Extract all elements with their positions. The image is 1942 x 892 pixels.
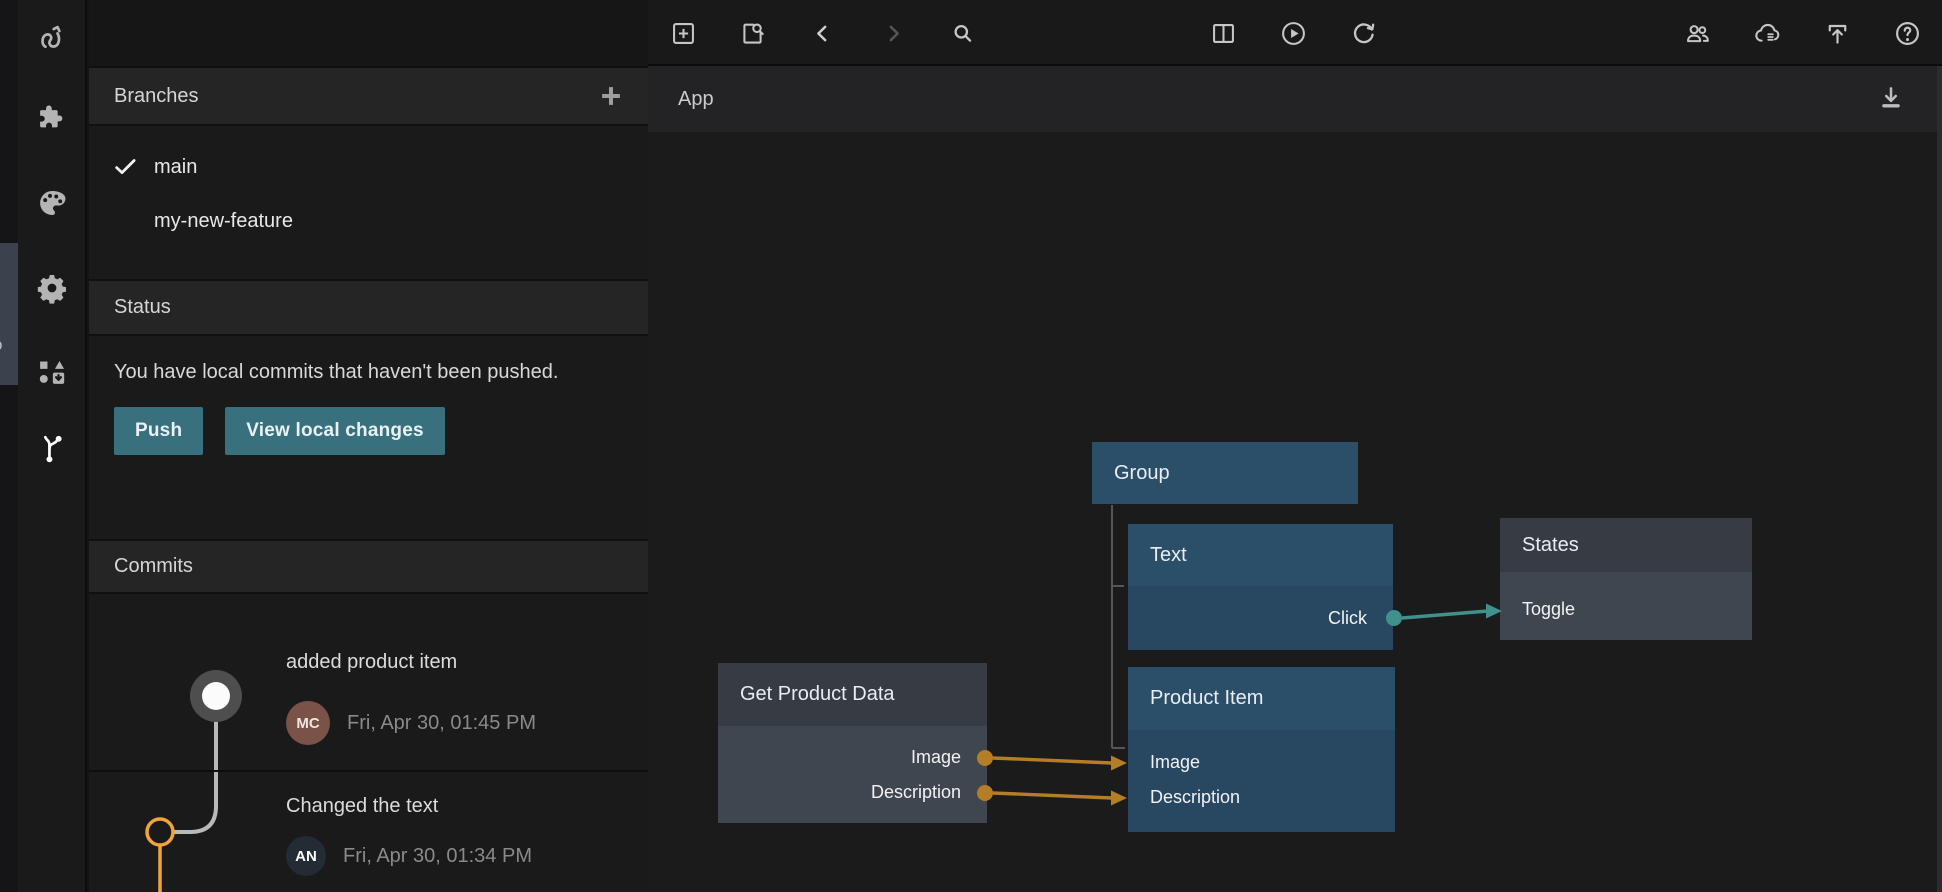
commit-timestamp: Fri, Apr 30, 01:34 PM [343, 845, 532, 868]
wire-arrowhead [1111, 756, 1127, 771]
left-edge-clipped-panel: t o [0, 243, 18, 385]
current-branch-check-icon [111, 152, 141, 182]
author-avatar: MC [286, 701, 330, 745]
components-puzzle-icon[interactable] [30, 96, 74, 140]
navigate-back-icon[interactable] [802, 13, 842, 53]
branch-item-main[interactable]: main [89, 140, 648, 194]
commit-row[interactable]: Changed the text AN Fri, Apr 30, 01:34 P… [89, 772, 648, 892]
component-search-icon[interactable] [732, 13, 772, 53]
commit-message: Changed the text [286, 795, 438, 818]
commits-list: added product item MC Fri, Apr 30, 01:45… [89, 594, 648, 892]
styles-palette-icon[interactable] [30, 181, 74, 225]
left-edge-clipped-window: t o [0, 0, 18, 892]
node-graph-canvas[interactable]: Group Text Click States Toggle Get Produ… [648, 132, 1942, 892]
commit-timestamp: Fri, Apr 30, 01:45 PM [347, 712, 536, 735]
noodl-logo-icon[interactable] [30, 14, 74, 58]
settings-gear-icon[interactable] [30, 266, 74, 310]
add-node-icon[interactable] [663, 13, 703, 53]
output-port-click[interactable]: Click [1328, 608, 1367, 629]
author-avatar: AN [286, 836, 326, 876]
activity-bar [18, 0, 87, 892]
window-edge-strip [1937, 66, 1942, 892]
component-title: App [678, 88, 714, 111]
version-control-branch-icon[interactable] [30, 426, 74, 470]
clipped-text-fragment: o [0, 335, 2, 355]
status-title: Status [114, 296, 171, 319]
wire-arrowhead [1111, 791, 1127, 806]
deploy-upload-icon[interactable] [1817, 13, 1857, 53]
input-port-image[interactable]: Image [1150, 752, 1200, 773]
push-button[interactable]: Push [114, 407, 203, 455]
noodl-editor-window: t o [0, 0, 1942, 892]
refresh-icon[interactable] [1343, 13, 1383, 53]
hierarchy-edge [1112, 505, 1125, 748]
plus-icon [602, 87, 620, 105]
search-icon[interactable] [942, 13, 982, 53]
node-title: Product Item [1128, 667, 1395, 730]
panel-top-spacer [89, 0, 648, 66]
cloud-services-icon[interactable] [1747, 13, 1787, 53]
commits-title: Commits [114, 555, 193, 578]
node-group[interactable]: Group [1092, 442, 1358, 504]
input-port-description[interactable]: Description [1150, 787, 1240, 808]
node-title: Text [1128, 524, 1393, 586]
wire-click-toggle [1402, 611, 1488, 618]
download-icon[interactable] [1874, 82, 1908, 116]
node-text[interactable]: Text Click [1128, 524, 1393, 650]
input-port-toggle[interactable]: Toggle [1522, 599, 1575, 620]
commit-message: added product item [286, 651, 457, 674]
branch-label: main [154, 156, 197, 179]
view-local-changes-button[interactable]: View local changes [225, 407, 445, 455]
node-title: Group [1092, 442, 1358, 504]
branch-label: my-new-feature [154, 210, 293, 233]
node-states[interactable]: States Toggle [1500, 518, 1752, 640]
wire-image [993, 758, 1112, 763]
branches-section-header: Branches [89, 66, 648, 126]
node-title: Get Product Data [718, 663, 987, 726]
status-body: You have local commits that haven't been… [89, 356, 648, 539]
branch-item-my-new-feature[interactable]: my-new-feature [89, 194, 648, 248]
navigate-forward-icon[interactable] [873, 13, 913, 53]
marketplace-shapes-icon[interactable] [30, 350, 74, 394]
output-port-description[interactable]: Description [871, 782, 961, 803]
add-branch-button[interactable] [598, 83, 624, 109]
node-title: States [1500, 518, 1752, 572]
wire-description [993, 793, 1112, 798]
commit-row[interactable]: added product item MC Fri, Apr 30, 01:45… [89, 594, 648, 772]
node-product-item[interactable]: Product Item Image Description [1128, 667, 1395, 832]
split-view-icon[interactable] [1203, 13, 1243, 53]
node-get-product-data[interactable]: Get Product Data Image Description [718, 663, 987, 823]
run-preview-icon[interactable] [1273, 13, 1313, 53]
top-toolbar [648, 0, 1942, 66]
status-section-header: Status [89, 279, 648, 336]
collaborators-icon[interactable] [1677, 13, 1717, 53]
status-message: You have local commits that haven't been… [114, 356, 604, 389]
output-port-image[interactable]: Image [911, 747, 961, 768]
help-icon[interactable] [1887, 13, 1927, 53]
editor-main: App [648, 0, 1942, 892]
component-header-bar: App [648, 66, 1942, 132]
commits-section-header: Commits [89, 539, 648, 594]
branch-list: main my-new-feature [89, 126, 648, 248]
version-control-panel: Branches main my-new-feature Status You … [89, 0, 648, 892]
branches-title: Branches [114, 85, 199, 108]
